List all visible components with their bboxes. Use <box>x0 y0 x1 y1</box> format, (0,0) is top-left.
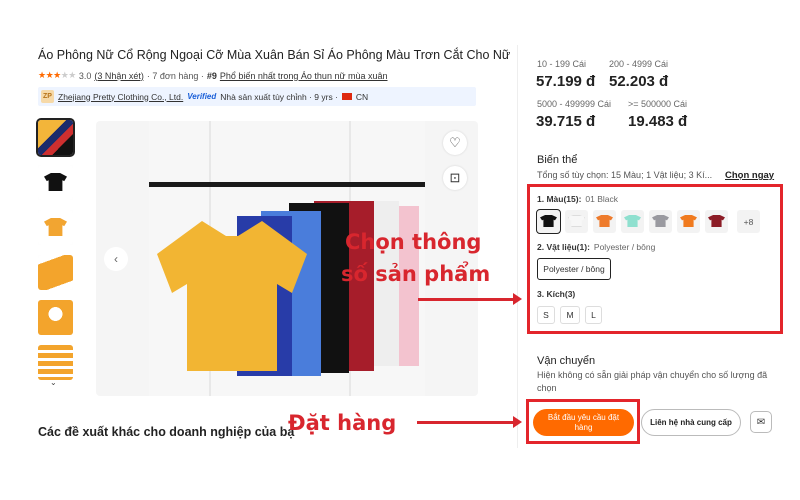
supplier-logo: ZP <box>41 90 54 103</box>
chevron-left-icon[interactable]: ‹ <box>104 247 128 271</box>
bottom-bar <box>0 448 800 500</box>
thumbnail-3[interactable] <box>38 210 73 245</box>
rank-badge: #9 <box>206 70 217 81</box>
arrow-to-variants <box>418 293 522 305</box>
supplier-bar: ZP Zhejiang Pretty Clothing Co., Ltd. Ve… <box>38 87 476 106</box>
clothes-rack <box>149 182 425 187</box>
tier-price-4: 19.483 đ <box>628 113 688 130</box>
tier-range-3: 5000 - 499999 Cái <box>537 99 612 109</box>
thumbnail-list <box>36 118 75 390</box>
tier-range-1: 10 - 199 Cái <box>537 59 587 69</box>
chat-icon[interactable]: ✉ <box>750 411 772 433</box>
verified-badge: Verified <box>187 92 217 101</box>
supplier-name-link[interactable]: Zhejiang Pretty Clothing Co., Ltd. <box>58 92 183 102</box>
annotation-choose-specs-line1: Chọn thông <box>345 230 482 254</box>
tier-range-4: >= 500000 Cái <box>628 99 688 109</box>
orders-count: · 7 đơn hàng · <box>146 70 204 81</box>
variants-title: Biến thể <box>537 154 578 166</box>
tier-price-2: 52.203 đ <box>609 73 669 90</box>
tier-price-1: 57.199 đ <box>536 73 596 90</box>
choose-now-link[interactable]: Chọn ngay <box>725 170 774 181</box>
product-photo <box>149 121 425 396</box>
supplier-type: Nhà sản xuất tùy chỉnh · 9 yrs · <box>220 91 338 102</box>
variants-highlight-box <box>527 184 783 334</box>
annotation-choose-specs-line2: số sản phẩm <box>341 262 491 286</box>
rating-value: 3.0 <box>78 70 92 81</box>
main-product-image: ‹ ♡ ⊡ <box>96 121 478 396</box>
rank-category-link[interactable]: Phổ biến nhất trong Áo thun nữ mùa xuân <box>220 71 388 81</box>
chevron-down-icon[interactable]: ⌄ <box>50 378 57 387</box>
arrow-to-order <box>417 416 522 428</box>
rating-stars: ★★★★★ <box>38 70 76 80</box>
thumbnail-1[interactable] <box>36 118 75 157</box>
thumbnail-6[interactable] <box>38 345 73 380</box>
shipping-title: Vận chuyển <box>537 355 596 367</box>
reviews-link[interactable]: (3 Nhận xét) <box>94 71 144 81</box>
product-meta: ★★★★★ 3.0 (3 Nhận xét) · 7 đơn hàng · #9… <box>38 70 388 81</box>
variants-summary: Tổng số tùy chọn: 15 Màu; 1 Vật liệu; 3 … <box>537 170 713 180</box>
suggestions-heading: Các đề xuất khác cho doanh nghiệp của bạ <box>38 425 295 439</box>
annotation-place-order: Đặt hàng <box>288 411 397 435</box>
thumbnail-2[interactable] <box>38 165 73 200</box>
supplier-country: CN <box>355 91 369 102</box>
image-search-icon[interactable]: ⊡ <box>443 166 467 190</box>
thumbnail-4[interactable] <box>38 255 73 290</box>
tier-price-3: 39.715 đ <box>536 113 596 130</box>
thumbnail-5[interactable] <box>38 300 73 335</box>
tier-range-2: 200 - 4999 Cái <box>609 59 669 69</box>
heart-icon[interactable]: ♡ <box>443 131 467 155</box>
product-page: Áo Phông Nữ Cổ Rộng Ngoại Cỡ Mùa Xuân Bá… <box>0 0 800 500</box>
contact-supplier-button[interactable]: Liên hệ nhà cung cấp <box>641 409 741 436</box>
product-title: Áo Phông Nữ Cổ Rộng Ngoại Cỡ Mùa Xuân Bá… <box>38 48 511 62</box>
shipping-text: Hiện không có sẵn giải pháp vận chuyển c… <box>537 370 768 393</box>
flag-icon <box>341 93 352 100</box>
order-highlight-box <box>526 399 640 444</box>
